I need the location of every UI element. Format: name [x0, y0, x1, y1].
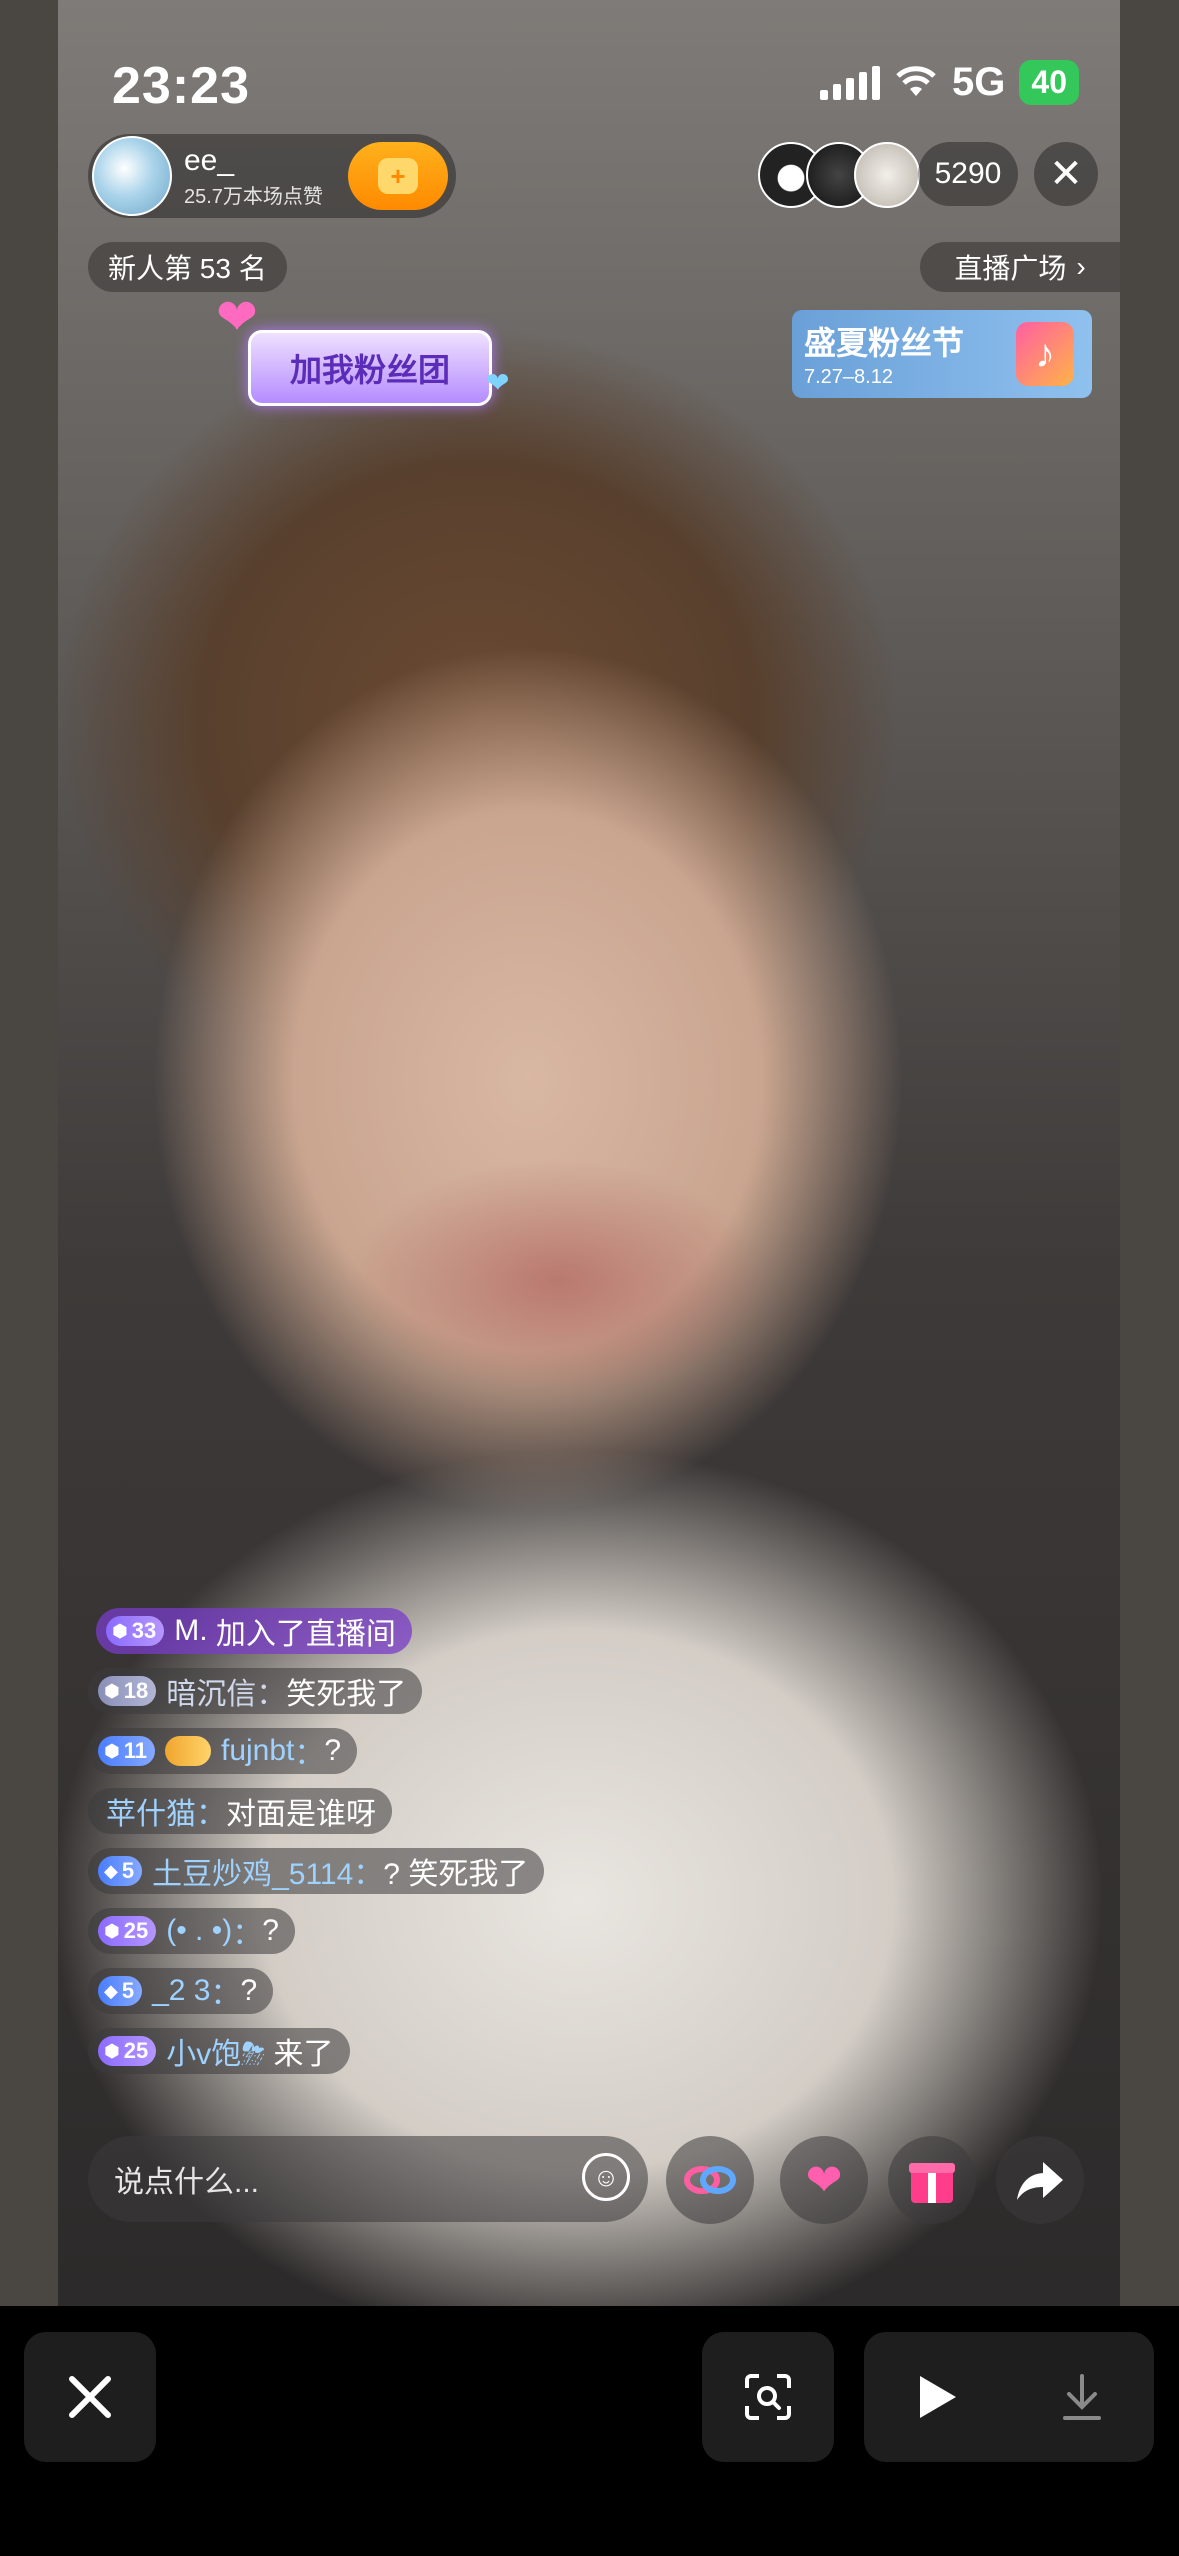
- fanclub-label: 加我粉丝团: [289, 352, 450, 388]
- festival-logo-icon: ♪: [1016, 322, 1074, 386]
- media-controls: [864, 2332, 1154, 2462]
- chat-text: 来了: [273, 2038, 334, 2071]
- chat-text: ?: [324, 1734, 342, 1767]
- chat-message[interactable]: ⬢ 33 M. 加入了直播间: [96, 1608, 412, 1654]
- chat-username: 小v饱⛈: [166, 2038, 266, 2071]
- close-icon: ✕: [1049, 152, 1083, 196]
- comment-input[interactable]: 说点什么... ☺: [88, 2136, 648, 2222]
- rank-badge[interactable]: 新人第 53 名: [88, 242, 287, 292]
- level-badge: ◆ 5: [98, 1856, 143, 1886]
- host-name: ee_: [184, 143, 235, 177]
- chat-text: ? 笑死我了: [383, 1858, 529, 1891]
- follow-button[interactable]: +: [348, 142, 448, 210]
- live-plaza-button[interactable]: 直播广场 ›: [920, 242, 1120, 292]
- gift-icon: [909, 2163, 955, 2203]
- chat-text: ?: [240, 1974, 258, 2007]
- festival-title: 盛夏粉丝节: [804, 325, 965, 361]
- link-icon: [684, 2166, 736, 2194]
- level-badge: ⬢ 18: [98, 1676, 157, 1706]
- scan-button[interactable]: [702, 2332, 834, 2462]
- chevron-right-icon: ›: [1076, 251, 1086, 282]
- heart-icon: ❤: [805, 2155, 843, 2205]
- signal-icon: [820, 65, 881, 100]
- avatar-icon[interactable]: [92, 136, 172, 216]
- close-button[interactable]: [24, 2332, 156, 2462]
- festival-dates: 7.27–8.12: [804, 366, 893, 388]
- chat-message[interactable]: ⬢ 25 小v饱⛈ 来了: [88, 2028, 350, 2074]
- level-badge: ⬢ 25: [98, 1916, 157, 1946]
- chat-message[interactable]: ⬢ 25 (• . •)：?: [88, 1908, 295, 1954]
- chat-text: ?: [262, 1914, 279, 1947]
- small-heart-icon: ❤: [486, 367, 510, 398]
- fan-badge: [164, 1736, 211, 1766]
- battery-indicator: 40: [1019, 60, 1079, 105]
- gift-button[interactable]: [888, 2136, 976, 2224]
- status-indicators: 5G 40: [820, 60, 1079, 105]
- level-badge: ◆ 5: [98, 1976, 143, 2006]
- chat-text: 笑死我了: [286, 1678, 407, 1711]
- chat-text: 加入了直播间: [215, 1618, 396, 1651]
- festival-banner[interactable]: 盛夏粉丝节 7.27–8.12 ♪: [792, 310, 1092, 398]
- chat-username: 土豆炒鸡_5114: [152, 1858, 354, 1891]
- host-info[interactable]: ee_ 25.7万本场点赞 +: [88, 134, 456, 218]
- chat-username: 苹什猫: [106, 1798, 196, 1831]
- chat-username: M.: [174, 1614, 208, 1647]
- viewer-avatars[interactable]: [758, 142, 920, 208]
- chat-message[interactable]: ◆ 5 _2 3：?: [88, 1968, 274, 2014]
- chat-message[interactable]: 苹什猫：对面是谁呀: [88, 1788, 392, 1834]
- chat-message[interactable]: ⬢ 11 fujnbt：?: [88, 1728, 358, 1774]
- close-icon: [69, 2376, 111, 2418]
- heart-plus-icon: +: [378, 158, 418, 194]
- viewer-count[interactable]: 5290: [918, 142, 1018, 206]
- download-icon[interactable]: [1059, 2372, 1105, 2422]
- level-badge: ⬢ 25: [98, 2036, 157, 2066]
- chat-text: 对面是谁呀: [226, 1798, 376, 1831]
- scan-icon: [745, 2374, 791, 2420]
- status-time: 23:23: [112, 57, 250, 115]
- share-button[interactable]: [996, 2136, 1084, 2224]
- host-likes: 25.7万本场点赞: [184, 185, 323, 208]
- level-badge: ⬢ 33: [106, 1616, 165, 1646]
- chat-username: fujnbt: [220, 1734, 295, 1767]
- network-type: 5G: [952, 60, 1006, 104]
- share-arrow-icon: [1017, 2162, 1063, 2200]
- close-live-button[interactable]: ✕: [1034, 142, 1098, 206]
- level-badge: ⬢ 11: [98, 1736, 155, 1766]
- chat-username: 暗沉信: [166, 1678, 257, 1711]
- fanclub-button[interactable]: 加我粉丝团: [248, 330, 492, 406]
- heart-button[interactable]: ❤: [780, 2136, 868, 2224]
- chat-message[interactable]: ⬢ 18 暗沉信：笑死我了: [88, 1668, 423, 1714]
- wifi-icon: [896, 65, 936, 96]
- chat-username: (• . •): [166, 1914, 233, 1947]
- viewer-avatar-3: [854, 142, 920, 208]
- play-icon[interactable]: [914, 2372, 960, 2422]
- plaza-label: 直播广场: [954, 253, 1067, 284]
- chat-username: _2 3: [152, 1974, 211, 2007]
- comment-placeholder: 说点什么...: [114, 2166, 260, 2199]
- smiley-icon[interactable]: ☺: [582, 2153, 630, 2201]
- chat-message[interactable]: ◆ 5 土豆炒鸡_5114：? 笑死我了: [88, 1848, 545, 1894]
- link-button[interactable]: [666, 2136, 754, 2224]
